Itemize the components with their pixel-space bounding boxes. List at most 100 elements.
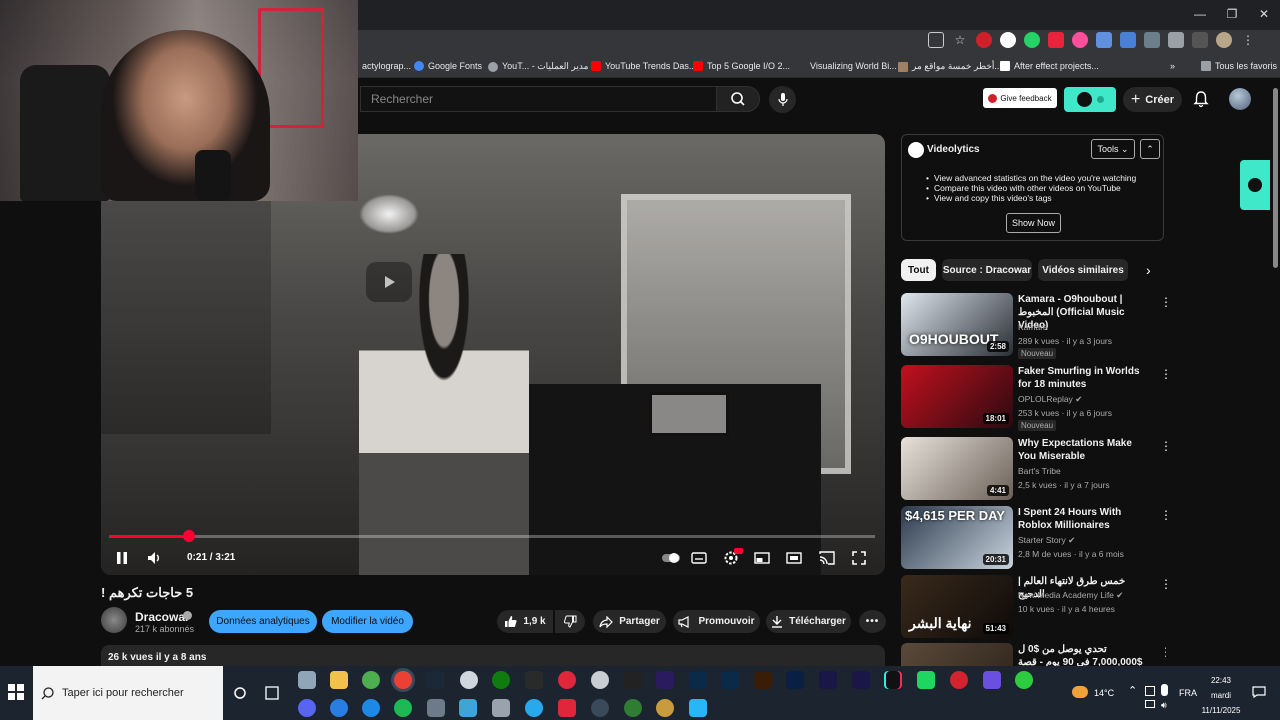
- app-icon[interactable]: [492, 699, 510, 717]
- audition-icon[interactable]: [786, 671, 804, 689]
- star-icon[interactable]: ☆: [952, 32, 968, 48]
- recommendation-title[interactable]: Faker Smurfing in Worlds for 18 minutes: [1018, 365, 1148, 391]
- bookmark-item[interactable]: YouTube Trends Das...: [591, 61, 696, 71]
- photoshop-icon[interactable]: [689, 671, 707, 689]
- task-view-icon[interactable]: [231, 684, 249, 702]
- bookmark-item[interactable]: أخطر خمسة مواقع مر...: [898, 61, 1002, 72]
- browser-menu-icon[interactable]: ⋮: [1240, 32, 1256, 48]
- tiktok-icon[interactable]: [884, 671, 902, 689]
- lightroom-icon[interactable]: [721, 671, 739, 689]
- video-thumbnail[interactable]: 4:41: [901, 437, 1013, 500]
- notification-center-icon[interactable]: [1252, 686, 1266, 698]
- channel-avatar[interactable]: [101, 607, 127, 633]
- app-icon[interactable]: [558, 699, 576, 717]
- extension-grey-icon[interactable]: [1144, 32, 1160, 48]
- pause-button[interactable]: [112, 548, 132, 568]
- volume-icon[interactable]: 🔊︎: [1161, 700, 1167, 711]
- xbox-icon[interactable]: [492, 671, 510, 689]
- windows-start-icon[interactable]: [8, 684, 24, 700]
- steam-icon[interactable]: [426, 671, 444, 689]
- app-icon[interactable]: [459, 699, 477, 717]
- search-input[interactable]: Rechercher: [360, 86, 716, 112]
- more-vertical-icon[interactable]: ⋮: [1160, 295, 1172, 309]
- download-button[interactable]: Télécharger: [766, 610, 851, 633]
- illustrator-icon[interactable]: [754, 671, 772, 689]
- after-effects-icon[interactable]: [819, 671, 837, 689]
- fullscreen-button[interactable]: [849, 548, 869, 568]
- scrollbar-thumb[interactable]: [1273, 88, 1278, 268]
- extension-blue-icon[interactable]: [1096, 32, 1112, 48]
- minimize-button[interactable]: —: [1184, 0, 1216, 28]
- chip-all[interactable]: Tout: [901, 259, 936, 281]
- epic-games-icon[interactable]: [525, 671, 543, 689]
- chevron-up-icon[interactable]: ⌃: [1128, 684, 1137, 697]
- dislike-button[interactable]: [555, 610, 585, 633]
- language-indicator[interactable]: FRA: [1179, 688, 1197, 698]
- volume-button[interactable]: [145, 548, 165, 568]
- app-icon[interactable]: [983, 671, 1001, 689]
- recommendation-item[interactable]: $4,615 PER DAY 20:31 I Spent 24 Hours Wit…: [901, 506, 1172, 572]
- app-icon[interactable]: [362, 671, 380, 689]
- extension-tp-icon[interactable]: [1048, 32, 1064, 48]
- profile-icon[interactable]: [1216, 32, 1232, 48]
- chip-similar[interactable]: Vidéos similaires: [1038, 259, 1128, 281]
- taskbar-clock[interactable]: 22:43 mardi 11/11/2025: [1199, 673, 1243, 718]
- promote-button[interactable]: Promouvoir: [673, 610, 760, 633]
- more-vertical-icon[interactable]: ⋮: [1160, 577, 1172, 591]
- bookmark-item[interactable]: YouT... - مدير العمليات: [488, 61, 588, 72]
- analytics-button[interactable]: Données analytiques: [209, 610, 317, 633]
- install-icon[interactable]: [928, 32, 944, 48]
- chip-source[interactable]: Source : Dracowar: [942, 259, 1032, 281]
- video-thumbnail[interactable]: 18:01: [901, 365, 1013, 428]
- autoplay-toggle[interactable]: [661, 548, 681, 568]
- videolytics-floating-button[interactable]: [1240, 160, 1270, 210]
- recommendation-channel[interactable]: New Media Academy Life ✔: [1018, 590, 1123, 601]
- chrome-icon[interactable]: [394, 671, 412, 689]
- recommendation-channel[interactable]: Starter Story ✔: [1018, 535, 1075, 546]
- telegram-icon[interactable]: [525, 699, 543, 717]
- recommendation-title[interactable]: تحدي يوصل من $0 ل $7,000,000 في 90 يوم -…: [1018, 643, 1148, 666]
- extension-green-icon[interactable]: [1024, 32, 1040, 48]
- app-icon[interactable]: [460, 671, 478, 689]
- video-thumbnail[interactable]: O9HOUBOUT 2:58: [901, 293, 1013, 356]
- more-vertical-icon[interactable]: ⋮: [1160, 645, 1166, 659]
- more-vertical-icon[interactable]: ⋮: [1160, 508, 1172, 522]
- cast-button[interactable]: [817, 548, 837, 568]
- extension-v-icon[interactable]: [1000, 32, 1016, 48]
- app-icon[interactable]: [591, 699, 609, 717]
- like-button[interactable]: 1,9 k: [497, 610, 553, 633]
- taskbar-search-box[interactable]: Taper ici pour rechercher: [33, 666, 223, 720]
- subtitles-button[interactable]: [689, 548, 709, 568]
- settings-button[interactable]: [721, 548, 743, 568]
- collapse-button[interactable]: ⌃: [1140, 139, 1160, 159]
- app-icon[interactable]: [591, 671, 609, 689]
- create-button[interactable]: + Créer: [1123, 87, 1182, 112]
- show-now-button[interactable]: Show Now: [1006, 213, 1061, 233]
- recommendation-channel[interactable]: Bart's Tribe: [1018, 466, 1061, 476]
- app-icon[interactable]: [689, 699, 707, 717]
- network-icon[interactable]: [1145, 700, 1155, 708]
- app-icon[interactable]: [1015, 671, 1033, 689]
- recommendation-item[interactable]: 18:01 Faker Smurfing in Worlds for 18 mi…: [901, 365, 1172, 431]
- more-vertical-icon[interactable]: ⋮: [1160, 367, 1172, 381]
- bookmark-item[interactable]: actylograp...: [362, 61, 411, 71]
- channel-name[interactable]: Dracowar: [135, 610, 190, 624]
- extensions-puzzle-icon[interactable]: [1168, 32, 1184, 48]
- discord-icon[interactable]: [298, 699, 316, 717]
- bookmarks-overflow[interactable]: »: [1170, 61, 1175, 71]
- extension-red-icon[interactable]: [976, 32, 992, 48]
- bookmark-item[interactable]: After effect projects...: [1000, 61, 1099, 71]
- recommendation-item[interactable]: نهاية البشر 51:43 خمس طرق لانتهاء العالم …: [901, 575, 1172, 641]
- recommendation-title[interactable]: I Spent 24 Hours With Roblox Millionaire…: [1018, 506, 1148, 532]
- theater-mode-button[interactable]: [784, 548, 804, 568]
- recommendation-channel[interactable]: OPLOLReplay ✔: [1018, 394, 1082, 405]
- progress-bar[interactable]: [109, 530, 875, 542]
- close-button[interactable]: ✕: [1248, 0, 1280, 28]
- search-button[interactable]: [716, 86, 760, 112]
- app-icon[interactable]: [330, 699, 348, 717]
- app-icon[interactable]: [656, 699, 674, 717]
- file-explorer-icon[interactable]: [330, 671, 348, 689]
- more-actions-button[interactable]: •••: [859, 610, 886, 633]
- share-button[interactable]: Partager: [593, 610, 666, 633]
- maximize-button[interactable]: ❐: [1216, 0, 1248, 28]
